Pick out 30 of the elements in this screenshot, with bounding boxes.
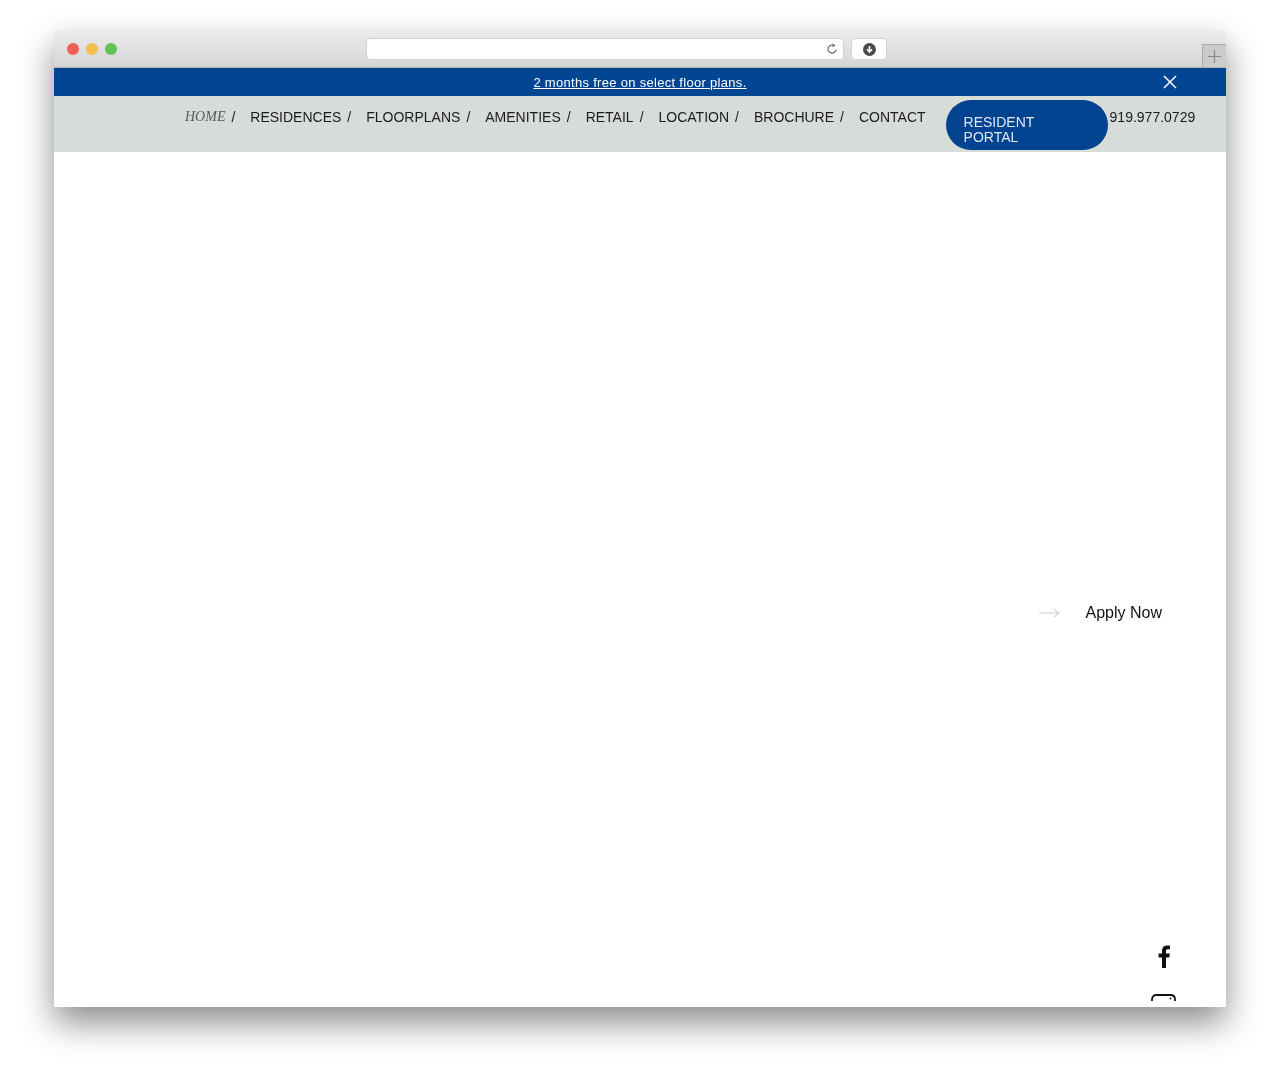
nav-link[interactable]: LOCATION [658,108,730,125]
download-icon [862,42,876,56]
close-icon [1163,75,1177,89]
nav-link[interactable]: HOME [185,108,226,125]
nav-link[interactable]: BROCHURE [753,108,835,125]
nav-separator: / [347,108,352,125]
resident-portal-button[interactable]: RESIDENT PORTAL [945,100,1108,150]
nav-link[interactable]: FLOORPLANS [366,108,461,125]
nav-link[interactable]: AMENITIES [485,108,561,125]
facebook-icon[interactable] [1158,945,1170,968]
nav-separator: / [466,108,471,125]
reload-icon[interactable] [826,43,838,55]
nav-separator: / [840,108,844,125]
nav-link[interactable]: RETAIL [585,108,634,125]
close-button[interactable] [1163,75,1177,89]
nav-separator: / [231,108,236,125]
nav-separator: / [639,108,644,125]
nav-separator: / [566,108,571,125]
promo-link[interactable]: 2 months free on select floor plans. [533,74,747,90]
apply-now-link[interactable]: Apply Now [1085,604,1162,622]
phone-link[interactable]: 919.977.0729 [1109,108,1196,125]
rounded-square-icon[interactable] [1151,994,1176,1001]
download-button[interactable] [851,38,887,60]
nav-link[interactable]: RESIDENCES [250,108,342,125]
arrow-right-icon [1038,608,1060,618]
nav-separator: / [735,108,739,125]
plus-icon [1208,49,1221,63]
close-window-icon[interactable] [67,43,79,55]
nav-link[interactable]: CONTACT [858,108,926,125]
address-field[interactable] [366,38,844,60]
